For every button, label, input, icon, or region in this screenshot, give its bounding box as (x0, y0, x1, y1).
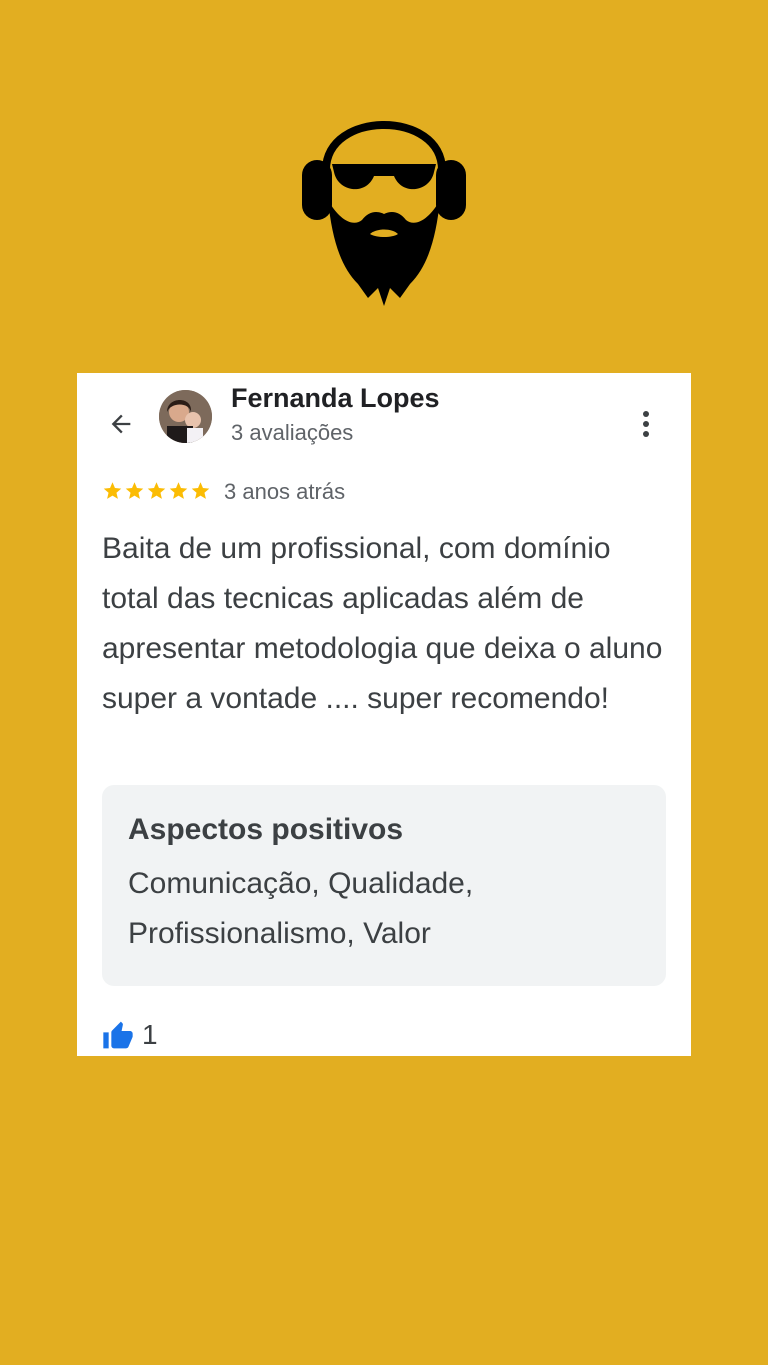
thumbs-up-icon (103, 1021, 133, 1049)
review-card: Fernanda Lopes 3 avaliações 3 anos atrás… (77, 373, 691, 1056)
like-count: 1 (142, 1019, 158, 1050)
star-icon (169, 482, 188, 499)
more-vertical-icon (643, 411, 649, 437)
avatar[interactable] (159, 390, 212, 443)
review-date: 3 anos atrás (224, 479, 346, 504)
reviewer-name[interactable]: Fernanda Lopes (231, 383, 440, 414)
positive-aspects-list: Comunicação, Qualidade, Profissionalismo… (128, 867, 474, 950)
positive-aspects-box: Aspectos positivos Comunicação, Qualidad… (102, 785, 666, 986)
more-options-button[interactable] (635, 407, 657, 441)
bearded-headphones-logo (296, 88, 472, 316)
review-text: Baita de um profissional, com domínio to… (102, 532, 663, 715)
positive-aspects-title: Aspectos positivos (128, 813, 404, 846)
star-rating (102, 478, 211, 504)
star-icon (191, 482, 210, 499)
like-button[interactable]: 1 (102, 1018, 158, 1052)
star-icon (103, 482, 122, 499)
back-button[interactable] (101, 407, 141, 441)
arrow-left-icon (111, 414, 131, 434)
star-icon (147, 482, 166, 499)
star-icon (125, 482, 144, 499)
reviewer-reviews-count: 3 avaliações (231, 420, 354, 445)
